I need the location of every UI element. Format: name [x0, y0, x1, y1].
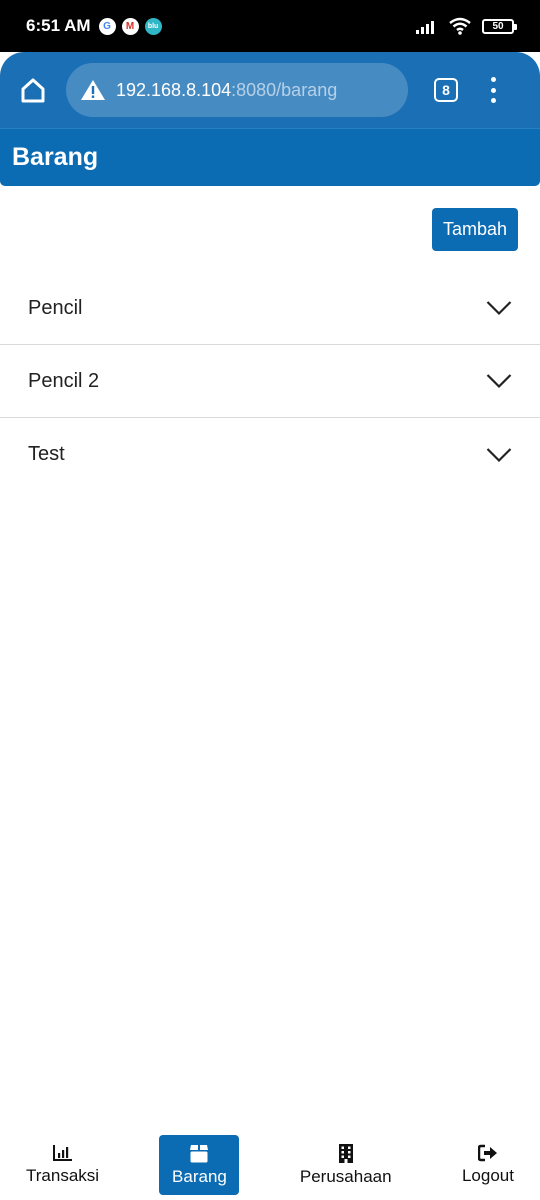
status-bar: 6:51 AM G M blu 50 [0, 0, 540, 52]
gmail-icon: M [121, 17, 139, 35]
nav-label: Logout [461, 1166, 514, 1185]
status-right: 50 [416, 17, 517, 35]
item-name: Pencil [28, 296, 83, 319]
menu-dot [490, 98, 496, 103]
nav-label: Barang [172, 1166, 227, 1186]
chevron-down-icon[interactable] [486, 447, 512, 463]
browser-toolbar: 192.168.8.104:8080/barang 8 [0, 52, 540, 128]
chevron-down-icon[interactable] [486, 300, 512, 316]
item-name: Pencil 2 [28, 369, 100, 392]
item-list: Pencil Pencil 2 Test [0, 272, 540, 491]
status-time: 6:51 AM [26, 16, 91, 35]
box-icon [190, 1144, 209, 1162]
nav-barang[interactable]: Barang [159, 1135, 240, 1195]
list-item[interactable]: Test [0, 418, 540, 491]
logout-icon [477, 1144, 497, 1162]
chevron-down-icon[interactable] [486, 373, 512, 389]
page-title: Barang [12, 143, 99, 171]
add-button[interactable]: Tambah [432, 208, 518, 251]
tab-switcher-button[interactable]: 8 [434, 78, 458, 102]
google-icon: G [98, 17, 116, 35]
menu-dot [490, 77, 496, 82]
nav-perusahaan[interactable]: Perusahaan [290, 1135, 402, 1195]
address-bar[interactable]: 192.168.8.104:8080/barang [66, 63, 408, 117]
status-left: 6:51 AM G M blu [26, 16, 162, 36]
url-text: 192.168.8.104:8080/barang [116, 80, 337, 101]
bottom-nav: Transaksi Barang Perusahaan Logout [0, 1130, 540, 1200]
nav-label: Transaksi [26, 1166, 100, 1185]
wifi-icon [449, 17, 471, 35]
menu-dot [490, 87, 496, 93]
nav-transaksi[interactable]: Transaksi [16, 1135, 109, 1195]
home-button[interactable] [0, 52, 66, 128]
list-item[interactable]: Pencil 2 [0, 345, 540, 418]
blu-app-icon: blu [144, 17, 162, 35]
warning-icon[interactable] [80, 79, 106, 101]
nav-label: Perusahaan [299, 1166, 392, 1186]
list-item[interactable]: Pencil [0, 272, 540, 345]
battery-icon: 50 [482, 18, 517, 34]
item-name: Test [28, 443, 65, 465]
url-host: 192.168.8.104 [116, 79, 232, 100]
chart-icon [52, 1145, 72, 1161]
browser-menu-button[interactable] [488, 75, 498, 105]
signal-icon [416, 21, 434, 34]
home-icon [21, 78, 45, 103]
page-header: Barang [0, 128, 540, 186]
building-icon [338, 1143, 353, 1163]
nav-logout[interactable]: Logout [452, 1135, 524, 1195]
screen: 6:51 AM G M blu 50 192.168.8.104:8080/ba… [0, 0, 540, 1200]
url-path: :8080/barang [231, 79, 338, 100]
